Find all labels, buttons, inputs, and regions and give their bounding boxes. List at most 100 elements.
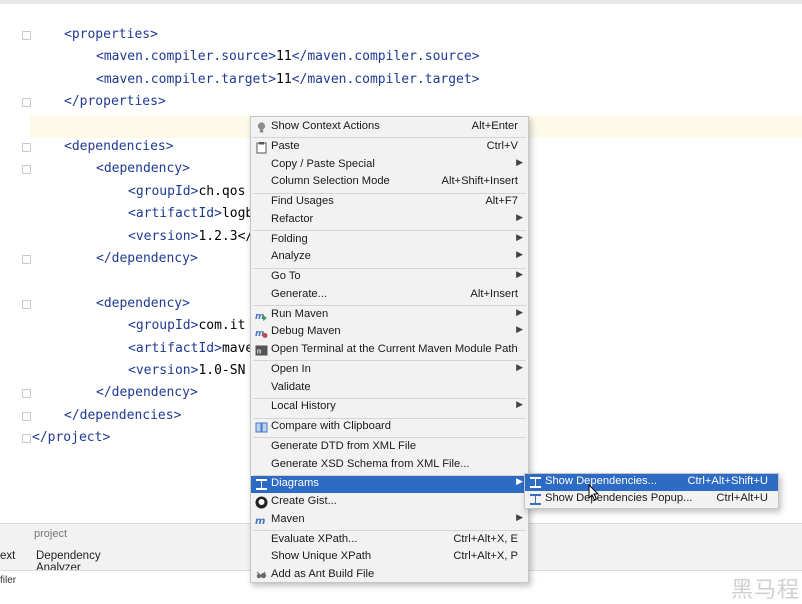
submenu-item-label: Show Dependencies... bbox=[545, 475, 657, 487]
xml-tag-name: maven.compiler.target bbox=[103, 71, 269, 87]
xml-bracket: < bbox=[128, 318, 136, 334]
bottom-partial-label[interactable]: filer bbox=[0, 575, 16, 586]
xml-bracket: < bbox=[96, 71, 104, 87]
menu-item-label: Create Gist... bbox=[271, 495, 337, 507]
xml-tag-name: version bbox=[135, 228, 191, 244]
code-line[interactable]: <properties> bbox=[64, 24, 158, 46]
fold-marker-icon[interactable] bbox=[22, 411, 31, 421]
code-line[interactable]: </project> bbox=[32, 427, 110, 449]
code-line[interactable]: <dependency> bbox=[96, 158, 190, 180]
fold-marker-icon[interactable] bbox=[22, 143, 31, 152]
xml-bracket: > bbox=[102, 430, 111, 446]
menu-item-label: Go To bbox=[271, 270, 301, 282]
submenu-arrow-icon: ▶ bbox=[516, 269, 523, 279]
submenu-arrow-icon: ▶ bbox=[516, 399, 523, 410]
menu-item-label: Open Terminal at the Current Maven Modul… bbox=[271, 343, 518, 355]
menu-item-label: Open In bbox=[271, 362, 311, 375]
menu-item-diagrams[interactable]: Diagrams ▶ bbox=[251, 476, 528, 494]
fold-marker-icon[interactable] bbox=[22, 299, 31, 309]
menu-item-refactor[interactable]: Refactor ▶ bbox=[251, 212, 528, 229]
menu-item-open-in[interactable]: Open In ▶ bbox=[251, 362, 528, 379]
code-line[interactable]: <artifactId>logb bbox=[128, 203, 253, 225]
menu-item-label: Local History bbox=[271, 400, 336, 413]
code-line[interactable]: <maven.compiler.source>11</maven.compile… bbox=[96, 46, 480, 68]
code-line[interactable]: <artifactId>mave bbox=[128, 338, 253, 360]
menu-item-generate-dtd-from-xml-file[interactable]: Generate DTD from XML File bbox=[251, 439, 528, 456]
menu-item-label: Diagrams bbox=[271, 477, 319, 490]
submenu-arrow-icon: ▶ bbox=[516, 306, 523, 317]
code-line[interactable]: <groupId>com.it bbox=[128, 315, 245, 337]
menu-item-copy-paste-special[interactable]: Copy / Paste Special ▶ bbox=[251, 157, 528, 174]
menu-item-create-gist[interactable]: Create Gist... bbox=[251, 494, 528, 511]
submenu-item-shortcut: Ctrl+Alt+U bbox=[716, 492, 768, 504]
code-line[interactable]: </dependencies> bbox=[64, 405, 181, 427]
fold-marker-icon[interactable] bbox=[22, 434, 31, 444]
menu-item-paste[interactable]: Paste Ctrl+V bbox=[251, 139, 528, 156]
xml-bracket: > bbox=[182, 161, 190, 177]
menu-item-open-terminal-at-the-current-maven-module-path[interactable]: m Open Terminal at the Current Maven Modu… bbox=[251, 342, 528, 359]
code-line[interactable]: <groupId>ch.qos bbox=[128, 181, 245, 203]
xml-bracket: > bbox=[157, 94, 166, 110]
fold-marker-icon[interactable] bbox=[22, 389, 31, 399]
code-line[interactable]: <dependencies> bbox=[64, 136, 174, 158]
submenu-arrow-icon: ▶ bbox=[516, 476, 523, 487]
diagrams-submenu: Show Dependencies... Ctrl+Alt+Shift+U Show… bbox=[524, 473, 779, 509]
fold-marker-icon[interactable] bbox=[22, 98, 31, 108]
menu-item-show-context-actions[interactable]: Show Context Actions Alt+Enter bbox=[251, 119, 528, 136]
code-line[interactable]: </dependency> bbox=[96, 248, 198, 270]
menu-item-generate-xsd-schema-from-xml-file[interactable]: Generate XSD Schema from XML File... bbox=[251, 457, 528, 474]
context-menu: Show Context Actions Alt+Enter Paste Ctrl+V… bbox=[250, 116, 529, 583]
menu-item-local-history[interactable]: Local History ▶ bbox=[251, 399, 528, 416]
xml-text: logb bbox=[221, 206, 254, 222]
submenu-arrow-icon: ▶ bbox=[516, 511, 523, 522]
menu-item-label: Analyze bbox=[271, 250, 311, 263]
svg-text:m: m bbox=[255, 516, 265, 527]
xml-text: 1.2.3</ bbox=[198, 228, 254, 244]
submenu-item-show-dependencies-popup[interactable]: Show Dependencies Popup... Ctrl+Alt+U bbox=[525, 491, 778, 508]
menu-item-run-maven[interactable]: m Run Maven ▶ bbox=[251, 307, 528, 324]
submenu-item-label: Show Dependencies Popup... bbox=[545, 492, 693, 504]
fold-marker-icon[interactable] bbox=[22, 165, 31, 175]
menu-item-maven[interactable]: m Maven ▶ bbox=[251, 512, 528, 529]
xml-tag-name: groupId bbox=[135, 318, 191, 334]
code-line[interactable]: <version>1.2.3</ bbox=[128, 226, 253, 248]
menu-item-label: Run Maven bbox=[271, 307, 329, 320]
menu-item-evaluate-xpath[interactable]: Evaluate XPath... Ctrl+Alt+X, E bbox=[251, 532, 528, 549]
menu-item-analyze[interactable]: Analyze ▶ bbox=[251, 249, 528, 266]
xml-bracket: < bbox=[64, 139, 72, 154]
fold-marker-icon[interactable] bbox=[22, 255, 31, 264]
code-line[interactable]: </dependency> bbox=[96, 382, 198, 404]
submenu-item-show-dependencies[interactable]: Show Dependencies... Ctrl+Alt+Shift+U bbox=[525, 474, 778, 491]
menu-item-shortcut: Ctrl+V bbox=[486, 139, 518, 152]
code-line[interactable]: <version>1.0-SN bbox=[128, 360, 245, 382]
menu-item-label: Copy / Paste Special bbox=[271, 157, 375, 170]
code-line[interactable]: </properties> bbox=[64, 91, 166, 113]
xml-tag-name: properties bbox=[79, 94, 158, 110]
xml-bracket: < bbox=[96, 161, 104, 177]
menu-item-go-to[interactable]: Go To ▶ bbox=[251, 269, 528, 286]
menu-item-compare-with-clipboard[interactable]: Compare with Clipboard bbox=[251, 419, 528, 436]
menu-item-debug-maven[interactable]: m Debug Maven ▶ bbox=[251, 324, 528, 341]
menu-item-find-usages[interactable]: Find Usages Alt+F7 bbox=[251, 194, 528, 211]
tab-partial[interactable]: ext bbox=[0, 550, 15, 562]
clipboard-icon bbox=[255, 141, 268, 154]
code-line[interactable]: <maven.compiler.target>11</maven.compile… bbox=[96, 69, 480, 91]
submenu-arrow-icon: ▶ bbox=[516, 361, 523, 372]
menu-item-shortcut: Alt+Shift+Insert bbox=[441, 175, 519, 188]
menu-item-generate[interactable]: Generate... Alt+Insert bbox=[251, 287, 528, 304]
xml-bracket: < bbox=[128, 363, 136, 378]
bulb-icon bbox=[255, 121, 268, 134]
fold-marker-icon[interactable] bbox=[22, 31, 31, 40]
svg-text:m: m bbox=[255, 312, 264, 322]
menu-item-show-unique-xpath[interactable]: Show Unique XPath Ctrl+Alt+X, P bbox=[251, 549, 528, 566]
menu-item-add-as-ant-build-file[interactable]: Add as Ant Build File bbox=[251, 567, 528, 584]
xml-bracket: > bbox=[182, 295, 190, 311]
menu-item-label: Refactor bbox=[271, 212, 314, 225]
menu-item-column-selection-mode[interactable]: Column Selection Mode Alt+Shift+Insert bbox=[251, 174, 528, 191]
xml-text: com.it bbox=[198, 318, 246, 334]
menu-item-folding[interactable]: Folding ▶ bbox=[251, 232, 528, 249]
code-line[interactable]: <dependency> bbox=[96, 293, 190, 315]
menu-item-validate[interactable]: Validate bbox=[251, 380, 528, 397]
ant-icon bbox=[255, 569, 268, 582]
xml-bracket: > bbox=[165, 139, 174, 154]
